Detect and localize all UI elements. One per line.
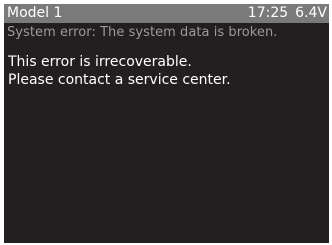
error-message-line-1: This error is irrecoverable.: [8, 54, 192, 70]
device-screen: Model 1 17:25 6.4V System error: The syst…: [4, 4, 329, 243]
error-message: This error is irrecoverable. Please cont…: [8, 53, 231, 89]
error-message-line-2: Please contact a service center.: [8, 72, 231, 88]
status-bar: Model 1 17:25 6.4V: [4, 4, 329, 23]
error-title: System error: The system data is broken.: [7, 25, 278, 40]
model-name: Model 1: [7, 5, 63, 21]
status-right: 17:25 6.4V: [248, 4, 327, 23]
battery-voltage: 6.4V: [295, 5, 327, 21]
clock-time: 17:25: [247, 5, 289, 21]
